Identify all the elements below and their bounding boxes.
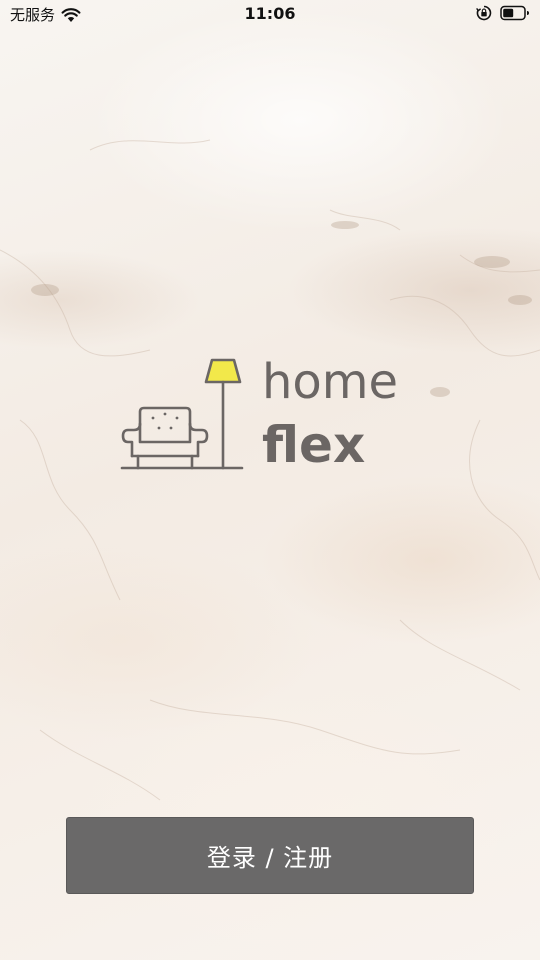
logo-wordmark-flex: flex [262, 416, 366, 474]
splash-screen: 无服务 11:06 home flex 登录 / 注册 [0, 0, 540, 960]
sofa-and-floor-lamp-icon [120, 358, 244, 470]
status-time: 11:06 [244, 4, 296, 23]
orientation-lock-icon [476, 5, 492, 21]
logo-wordmark-home: home [262, 354, 399, 410]
status-right [476, 5, 530, 21]
battery-icon [500, 5, 529, 21]
login-register-button[interactable]: 登录 / 注册 [66, 817, 474, 894]
status-bar: 无服务 11:06 [0, 0, 540, 30]
